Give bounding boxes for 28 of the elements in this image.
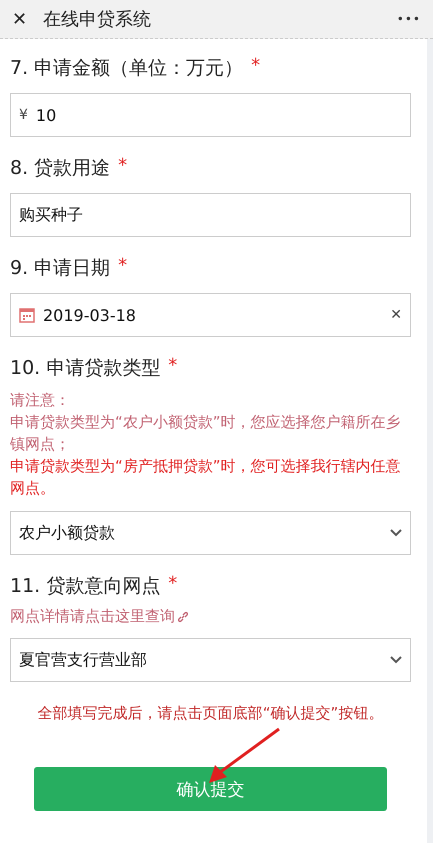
page-title: 在线申贷系统 bbox=[43, 8, 152, 31]
required-mark: * bbox=[168, 355, 178, 378]
required-mark: * bbox=[118, 155, 128, 178]
question-label: 8. 贷款用途 bbox=[10, 156, 110, 181]
question-label: 11. 贷款意向网点 bbox=[10, 574, 160, 599]
calendar-icon bbox=[19, 307, 35, 323]
notice-text: 申请贷款类型为“农户小额贷款”时，您应选择您户籍所在乡镇网点； bbox=[10, 412, 402, 455]
instruction-text: 全部填写完成后，请点击页面底部“确认提交”按钮。 bbox=[36, 704, 384, 723]
required-mark: * bbox=[168, 573, 178, 596]
question-label: 9. 申请日期 bbox=[10, 256, 110, 281]
chevron-down-icon bbox=[390, 529, 402, 537]
date-field[interactable]: 2019-03-18 ✕ bbox=[10, 293, 411, 337]
notice-text: 申请贷款类型为“房产抵押贷款”时，您可选择我行辖内任意网点。 bbox=[10, 456, 402, 499]
input-field[interactable]: 购买种子 bbox=[10, 193, 411, 237]
chevron-down-icon bbox=[390, 656, 402, 664]
menu-button[interactable]: ••• bbox=[396, 12, 421, 26]
link-icon bbox=[177, 610, 189, 622]
question-label: 7. 申请金额（单位：万元） bbox=[10, 56, 244, 81]
select-field[interactable]: 农户小额贷款 bbox=[10, 511, 411, 555]
input-field[interactable]: ¥ 10 bbox=[10, 93, 411, 137]
required-mark: * bbox=[118, 255, 128, 278]
select-field[interactable]: 夏官营支行营业部 bbox=[10, 638, 411, 682]
notice-text: 请注意： bbox=[10, 390, 71, 411]
question-label: 10. 申请贷款类型 bbox=[10, 356, 160, 381]
close-button[interactable]: ✕ bbox=[12, 8, 28, 30]
required-mark: * bbox=[251, 55, 260, 78]
branch-link[interactable]: 网点详情请点击这里查询 bbox=[10, 607, 189, 626]
clear-button[interactable]: ✕ bbox=[390, 307, 402, 323]
